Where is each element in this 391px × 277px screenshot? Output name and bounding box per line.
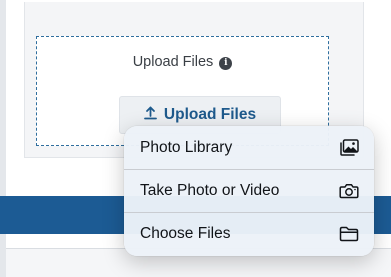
menu-item-photo-library[interactable]: Photo Library	[124, 126, 374, 169]
dropzone-label-row: Upload Files i	[37, 54, 328, 70]
menu-item-label: Photo Library	[140, 138, 233, 156]
menu-item-label: Choose Files	[140, 225, 231, 242]
menu-item-take-photo-or-video[interactable]: Take Photo or Video	[124, 169, 374, 212]
upload-files-button-label: Upload Files	[163, 106, 257, 123]
camera-icon	[339, 183, 359, 199]
upload-source-menu: Photo Library Take Photo or Video Choose…	[124, 126, 374, 256]
dropzone-label: Upload Files	[132, 54, 214, 70]
upload-icon	[144, 106, 157, 125]
menu-item-label: Take Photo or Video	[140, 182, 280, 199]
info-icon[interactable]: i	[219, 57, 233, 70]
photo-library-icon	[340, 139, 359, 156]
menu-item-choose-files[interactable]: Choose Files	[124, 212, 374, 255]
folder-icon	[339, 226, 359, 242]
